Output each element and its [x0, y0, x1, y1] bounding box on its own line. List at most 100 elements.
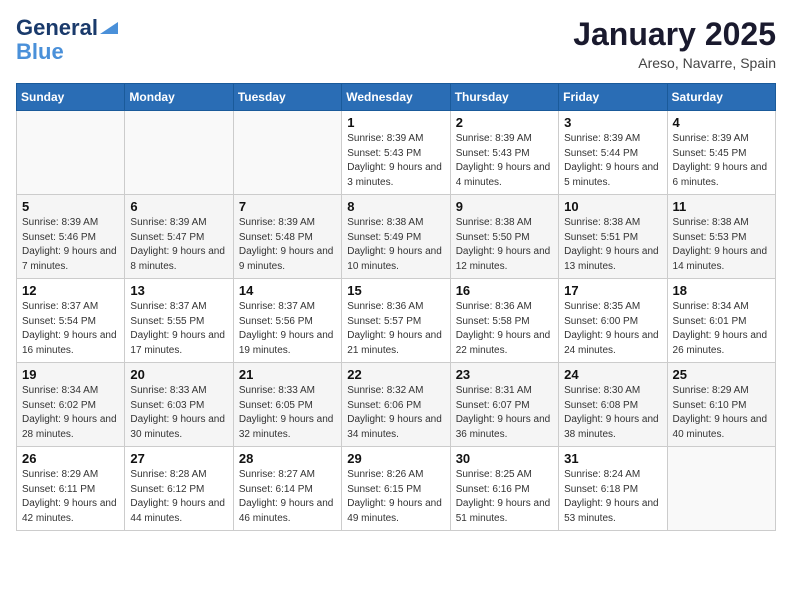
day-info: Sunrise: 8:39 AMSunset: 5:43 PMDaylight:… [456, 132, 553, 190]
day-info: Sunrise: 8:37 AMSunset: 5:55 PMDaylight:… [130, 300, 227, 358]
calendar-day-cell: 2Sunrise: 8:39 AMSunset: 5:43 PMDaylight… [450, 111, 558, 195]
day-number: 3 [564, 115, 661, 130]
day-info: Sunrise: 8:34 AMSunset: 6:01 PMDaylight:… [673, 300, 770, 358]
day-number: 23 [456, 367, 553, 382]
day-info: Sunrise: 8:38 AMSunset: 5:50 PMDaylight:… [456, 216, 553, 274]
day-number: 26 [22, 451, 119, 466]
day-number: 1 [347, 115, 444, 130]
day-info: Sunrise: 8:31 AMSunset: 6:07 PMDaylight:… [456, 384, 553, 442]
calendar-day-cell: 31 Sunrise: 8:24 AMSunset: 6:18 PMDayligh… [559, 447, 667, 531]
calendar-week-row: 19 Sunrise: 8:34 AMSunset: 6:02 PMDayligh… [17, 363, 776, 447]
day-info: Sunrise: 8:30 AMSunset: 6:08 PMDaylight:… [564, 384, 661, 442]
calendar-table: SundayMondayTuesdayWednesdayThursdayFrid… [16, 83, 776, 531]
day-info: Sunrise: 8:29 AMSunset: 6:11 PMDaylight:… [22, 468, 119, 526]
day-info: Sunrise: 8:37 AMSunset: 5:56 PMDaylight:… [239, 300, 336, 358]
day-number: 31 [564, 451, 661, 466]
calendar-day-cell: 5 Sunrise: 8:39 AMSunset: 5:46 PMDaylight… [17, 195, 125, 279]
day-number: 30 [456, 451, 553, 466]
day-number: 5 [22, 199, 119, 214]
calendar-day-cell: 8Sunrise: 8:38 AMSunset: 5:49 PMDaylight… [342, 195, 450, 279]
calendar-day-cell: 29Sunrise: 8:26 AMSunset: 6:15 PMDayligh… [342, 447, 450, 531]
location: Areso, Navarre, Spain [573, 55, 776, 71]
calendar-day-cell [125, 111, 233, 195]
weekday-header: Wednesday [342, 84, 450, 111]
calendar-day-cell: 22 Sunrise: 8:32 AMSunset: 6:06 PMDayligh… [342, 363, 450, 447]
day-number: 15 [347, 283, 444, 298]
calendar-day-cell: 20Sunrise: 8:33 AMSunset: 6:03 PMDayligh… [125, 363, 233, 447]
day-info: Sunrise: 8:39 AMSunset: 5:43 PMDaylight:… [347, 132, 444, 190]
calendar-week-row: 26 Sunrise: 8:29 AMSunset: 6:11 PMDayligh… [17, 447, 776, 531]
day-info: Sunrise: 8:39 AMSunset: 5:45 PMDaylight:… [673, 132, 770, 190]
day-number: 27 [130, 451, 227, 466]
logo-text-general: General [16, 16, 98, 40]
day-number: 4 [673, 115, 770, 130]
day-info: Sunrise: 8:39 AMSunset: 5:46 PMDaylight:… [22, 216, 119, 274]
logo-text-blue: Blue [16, 40, 64, 64]
calendar-day-cell [233, 111, 341, 195]
day-info: Sunrise: 8:38 AMSunset: 5:49 PMDaylight:… [347, 216, 444, 274]
day-info: Sunrise: 8:33 AMSunset: 6:03 PMDaylight:… [130, 384, 227, 442]
calendar-day-cell: 11 Sunrise: 8:38 AMSunset: 5:53 PMDayligh… [667, 195, 775, 279]
weekday-header: Monday [125, 84, 233, 111]
day-number: 12 [22, 283, 119, 298]
day-info: Sunrise: 8:32 AMSunset: 6:06 PMDaylight:… [347, 384, 444, 442]
calendar-day-cell: 17Sunrise: 8:35 AMSunset: 6:00 PMDayligh… [559, 279, 667, 363]
weekday-header: Tuesday [233, 84, 341, 111]
day-number: 22 [347, 367, 444, 382]
day-number: 6 [130, 199, 227, 214]
day-number: 10 [564, 199, 661, 214]
day-info: Sunrise: 8:37 AMSunset: 5:54 PMDaylight:… [22, 300, 119, 358]
calendar-week-row: 12 Sunrise: 8:37 AMSunset: 5:54 PMDayligh… [17, 279, 776, 363]
logo: General Blue [16, 16, 118, 64]
calendar-day-cell: 1 Sunrise: 8:39 AMSunset: 5:43 PMDaylight… [342, 111, 450, 195]
day-number: 18 [673, 283, 770, 298]
day-info: Sunrise: 8:39 AMSunset: 5:48 PMDaylight:… [239, 216, 336, 274]
day-info: Sunrise: 8:36 AMSunset: 5:58 PMDaylight:… [456, 300, 553, 358]
calendar-week-row: 5 Sunrise: 8:39 AMSunset: 5:46 PMDaylight… [17, 195, 776, 279]
calendar-day-cell: 27 Sunrise: 8:28 AMSunset: 6:12 PMDayligh… [125, 447, 233, 531]
day-number: 24 [564, 367, 661, 382]
calendar-day-cell [667, 447, 775, 531]
day-info: Sunrise: 8:36 AMSunset: 5:57 PMDaylight:… [347, 300, 444, 358]
day-info: Sunrise: 8:28 AMSunset: 6:12 PMDaylight:… [130, 468, 227, 526]
calendar-day-cell: 24 Sunrise: 8:30 AMSunset: 6:08 PMDayligh… [559, 363, 667, 447]
calendar-day-cell: 23 Sunrise: 8:31 AMSunset: 6:07 PMDayligh… [450, 363, 558, 447]
weekday-header: Friday [559, 84, 667, 111]
day-number: 7 [239, 199, 336, 214]
calendar-day-cell: 6Sunrise: 8:39 AMSunset: 5:47 PMDaylight… [125, 195, 233, 279]
calendar-day-cell: 4 Sunrise: 8:39 AMSunset: 5:45 PMDaylight… [667, 111, 775, 195]
day-number: 29 [347, 451, 444, 466]
calendar-day-cell: 9Sunrise: 8:38 AMSunset: 5:50 PMDaylight… [450, 195, 558, 279]
calendar-week-row: 1 Sunrise: 8:39 AMSunset: 5:43 PMDaylight… [17, 111, 776, 195]
day-info: Sunrise: 8:25 AMSunset: 6:16 PMDaylight:… [456, 468, 553, 526]
day-info: Sunrise: 8:35 AMSunset: 6:00 PMDaylight:… [564, 300, 661, 358]
calendar-day-cell: 25Sunrise: 8:29 AMSunset: 6:10 PMDayligh… [667, 363, 775, 447]
day-info: Sunrise: 8:24 AMSunset: 6:18 PMDaylight:… [564, 468, 661, 526]
day-number: 13 [130, 283, 227, 298]
day-info: Sunrise: 8:34 AMSunset: 6:02 PMDaylight:… [22, 384, 119, 442]
month-title: January 2025 [573, 16, 776, 53]
calendar-day-cell: 21 Sunrise: 8:33 AMSunset: 6:05 PMDayligh… [233, 363, 341, 447]
day-number: 21 [239, 367, 336, 382]
weekday-header: Saturday [667, 84, 775, 111]
calendar-day-cell: 26 Sunrise: 8:29 AMSunset: 6:11 PMDayligh… [17, 447, 125, 531]
day-info: Sunrise: 8:39 AMSunset: 5:44 PMDaylight:… [564, 132, 661, 190]
day-number: 28 [239, 451, 336, 466]
calendar-day-cell: 30 Sunrise: 8:25 AMSunset: 6:16 PMDayligh… [450, 447, 558, 531]
day-number: 19 [22, 367, 119, 382]
calendar-day-cell: 3 Sunrise: 8:39 AMSunset: 5:44 PMDaylight… [559, 111, 667, 195]
calendar-day-cell: 10Sunrise: 8:38 AMSunset: 5:51 PMDayligh… [559, 195, 667, 279]
logo-icon [100, 22, 118, 34]
day-info: Sunrise: 8:29 AMSunset: 6:10 PMDaylight:… [673, 384, 770, 442]
calendar-day-cell: 12 Sunrise: 8:37 AMSunset: 5:54 PMDayligh… [17, 279, 125, 363]
day-info: Sunrise: 8:38 AMSunset: 5:53 PMDaylight:… [673, 216, 770, 274]
calendar-day-cell: 14Sunrise: 8:37 AMSunset: 5:56 PMDayligh… [233, 279, 341, 363]
calendar-day-cell: 28 Sunrise: 8:27 AMSunset: 6:14 PMDayligh… [233, 447, 341, 531]
calendar-day-cell: 19 Sunrise: 8:34 AMSunset: 6:02 PMDayligh… [17, 363, 125, 447]
calendar-header-row: SundayMondayTuesdayWednesdayThursdayFrid… [17, 84, 776, 111]
title-block: January 2025 Areso, Navarre, Spain [573, 16, 776, 71]
day-info: Sunrise: 8:27 AMSunset: 6:14 PMDaylight:… [239, 468, 336, 526]
calendar-day-cell: 7 Sunrise: 8:39 AMSunset: 5:48 PMDaylight… [233, 195, 341, 279]
day-number: 11 [673, 199, 770, 214]
day-info: Sunrise: 8:33 AMSunset: 6:05 PMDaylight:… [239, 384, 336, 442]
